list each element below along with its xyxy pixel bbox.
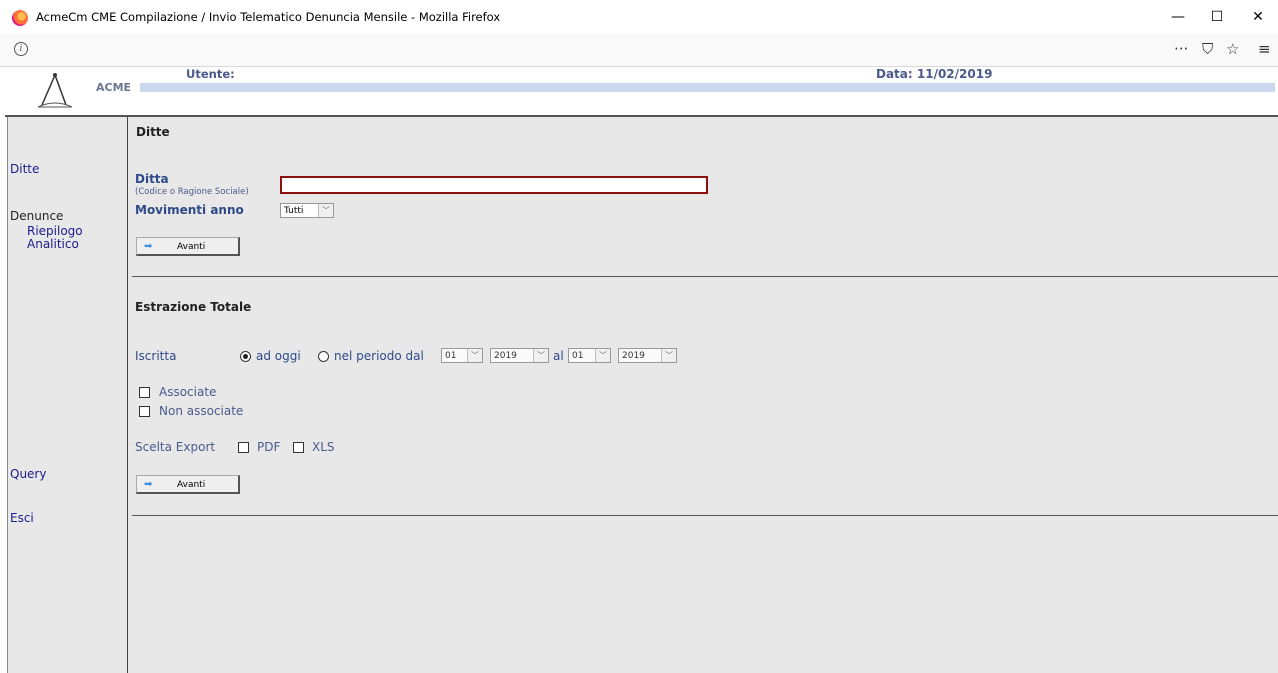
pocket-icon[interactable]: ⛉ — [1202, 40, 1213, 58]
non-associate-checkbox[interactable] — [139, 406, 150, 417]
non-associate-label: Non associate — [159, 404, 244, 418]
to-month-value: 01 — [572, 351, 584, 361]
chevron-down-icon: ﹀ — [661, 349, 676, 362]
sidebar-item-ditte[interactable]: Ditte — [10, 162, 39, 176]
page-actions-icon[interactable]: ··· — [1174, 40, 1188, 58]
estrazione-section-title: Estrazione Totale — [135, 300, 252, 314]
estrazione-avanti-button[interactable]: ➡ Avanti — [136, 475, 240, 494]
hamburger-menu-icon[interactable]: ≡ — [1258, 40, 1271, 58]
iscritta-label: Iscritta — [135, 349, 177, 363]
al-label: al — [553, 349, 564, 363]
sidebar-heading-denunce: Denunce — [10, 209, 64, 223]
xls-checkbox[interactable] — [293, 442, 304, 453]
to-year-value: 2019 — [622, 351, 645, 361]
ditta-label: Ditta — [135, 172, 169, 186]
section-divider — [132, 276, 1278, 277]
firefox-logo-icon — [12, 10, 28, 26]
close-button[interactable]: ✕ — [1243, 6, 1273, 28]
chevron-down-icon: ﹀ — [533, 349, 548, 362]
arrow-right-icon: ➡ — [144, 241, 153, 252]
movimenti-anno-select[interactable]: Tutti ﹀ — [280, 203, 334, 218]
bookmark-star-icon[interactable]: ☆ — [1226, 40, 1239, 58]
movimenti-anno-label: Movimenti anno — [135, 203, 244, 217]
ditte-avanti-button[interactable]: ➡ Avanti — [136, 237, 240, 256]
window-titlebar: AcmeCm CME Compilazione / Invio Telemati… — [0, 0, 1278, 34]
chevron-down-icon: ﹀ — [467, 349, 482, 362]
date-label: Data: 11/02/2019 — [876, 67, 993, 81]
sidebar: Ditte Denunce Riepilogo Analitico Query … — [7, 117, 129, 673]
site-info-icon[interactable]: i — [14, 42, 28, 56]
pdf-label: PDF — [257, 440, 281, 454]
minimize-button[interactable]: — — [1163, 6, 1193, 28]
to-year-select[interactable]: 2019 ﹀ — [618, 348, 677, 363]
sidebar-item-esci[interactable]: Esci — [10, 511, 34, 525]
ditta-hint: (Codice o Ragione Sociale) — [135, 187, 249, 197]
associate-checkbox[interactable] — [139, 387, 150, 398]
associate-label: Associate — [159, 385, 217, 399]
xls-label: XLS — [312, 440, 335, 454]
compass-logo-icon — [37, 73, 73, 108]
movimenti-anno-value: Tutti — [284, 206, 304, 216]
ad-oggi-radio[interactable] — [240, 351, 251, 362]
header-strip — [140, 83, 1275, 92]
user-label: Utente: — [186, 67, 235, 81]
sidebar-item-analitico[interactable]: Analitico — [27, 237, 79, 251]
ditte-avanti-label: Avanti — [177, 242, 206, 252]
nel-periodo-radio[interactable] — [318, 351, 329, 362]
ditta-input[interactable] — [280, 176, 708, 194]
chevron-down-icon: ﹀ — [595, 349, 610, 362]
from-year-value: 2019 — [494, 351, 517, 361]
maximize-button[interactable]: ☐ — [1202, 6, 1232, 28]
chevron-down-icon: ﹀ — [318, 204, 333, 217]
browser-toolbar: i ··· ⛉ ☆ ≡ — [0, 34, 1278, 67]
estrazione-avanti-label: Avanti — [177, 480, 206, 490]
ditte-section-title: Ditte — [136, 125, 170, 139]
pdf-checkbox[interactable] — [238, 442, 249, 453]
from-year-select[interactable]: 2019 ﹀ — [490, 348, 549, 363]
app-header: ACME Utente: Data: 11/02/2019 — [0, 67, 1278, 115]
to-month-select[interactable]: 01 ﹀ — [568, 348, 611, 363]
from-month-value: 01 — [445, 351, 457, 361]
section-divider — [132, 515, 1278, 516]
window-title: AcmeCm CME Compilazione / Invio Telemati… — [36, 10, 501, 24]
nel-periodo-label: nel periodo dal — [334, 349, 424, 363]
from-month-select[interactable]: 01 ﹀ — [441, 348, 483, 363]
scelta-export-label: Scelta Export — [135, 440, 216, 454]
brand-name: ACME — [96, 81, 132, 94]
sidebar-item-query[interactable]: Query — [10, 467, 46, 481]
main-content: Ditte Ditta (Codice o Ragione Sociale) M… — [128, 117, 1278, 673]
ad-oggi-label: ad oggi — [256, 349, 301, 363]
sidebar-item-riepilogo[interactable]: Riepilogo — [27, 224, 83, 238]
arrow-right-icon: ➡ — [144, 479, 153, 490]
